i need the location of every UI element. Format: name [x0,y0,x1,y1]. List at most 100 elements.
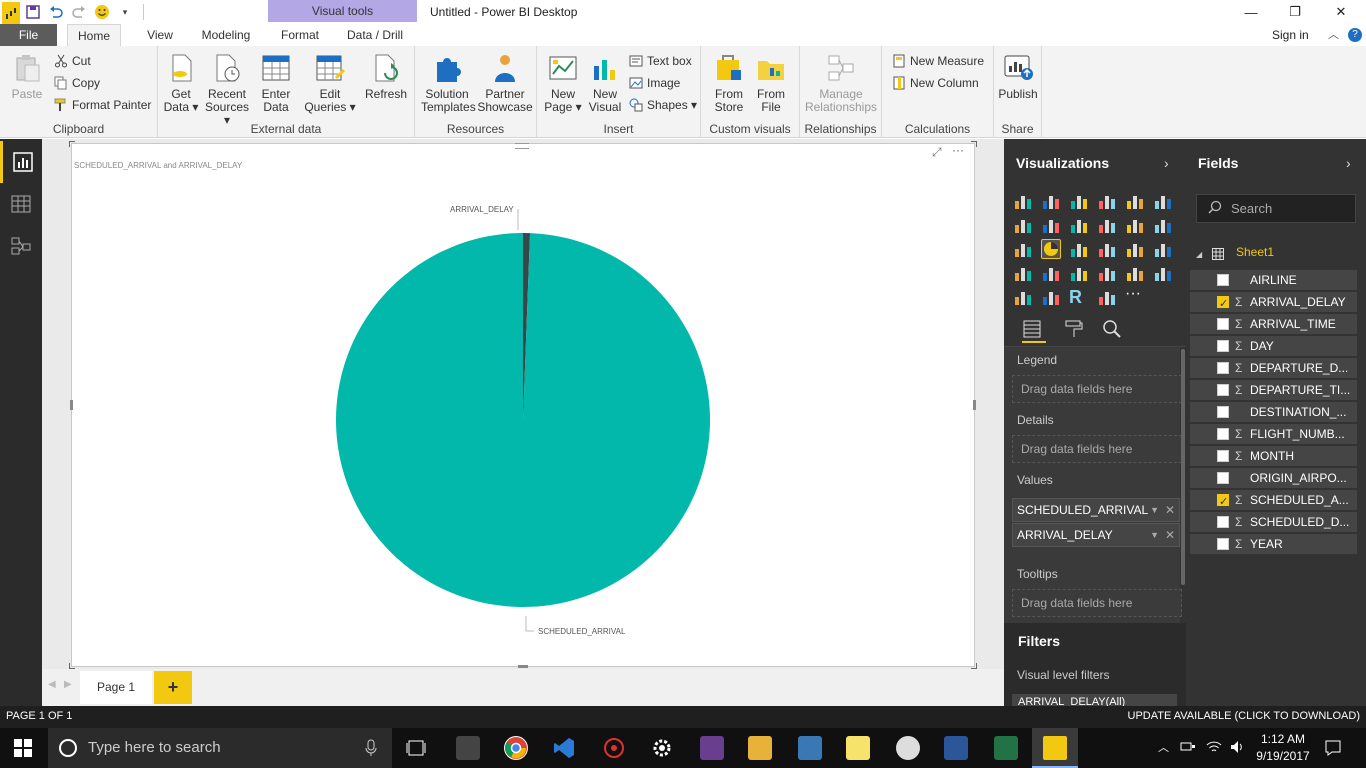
values-field-scheduled-arrival[interactable]: SCHEDULED_ARRIVAL ▼ ✕ [1012,498,1180,522]
page-tab-1[interactable]: Page 1 [80,671,152,704]
report-view-button[interactable] [0,141,42,183]
card-icon[interactable] [1069,263,1089,283]
resize-handle-right[interactable] [973,400,976,410]
clustered-column-icon[interactable] [1097,191,1117,211]
field-checkbox[interactable] [1217,450,1229,462]
resize-handle-tl[interactable] [69,141,75,147]
filter-card-arrival-delay[interactable]: ARRIVAL_DELAY(All) [1012,694,1177,706]
network-icon[interactable] [1180,740,1196,757]
next-page-icon[interactable]: ▶ [64,679,72,690]
field-row[interactable]: Σ FLIGHT_NUMB... [1190,424,1357,444]
power-bi-taskbar-button[interactable] [1032,728,1078,768]
new-column-button[interactable]: New Column [892,74,979,92]
update-available-link[interactable]: UPDATE AVAILABLE (CLICK TO DOWNLOAD) [1128,710,1360,722]
remove-field-icon[interactable]: ✕ [1165,524,1175,546]
kpi-icon[interactable] [1125,263,1145,283]
100-column-icon[interactable] [1153,191,1173,211]
shapes-button[interactable]: Shapes ▾ [629,96,697,114]
scatter-chart-icon[interactable] [1013,239,1033,259]
line-clustered-column-icon[interactable] [1125,215,1145,235]
field-row[interactable]: Σ DEPARTURE_D... [1190,358,1357,378]
collapse-fields-icon[interactable]: › [1346,155,1351,171]
table-visual-icon[interactable] [1013,287,1033,307]
relationships-view-button[interactable] [0,225,42,267]
data-view-button[interactable] [0,183,42,225]
r-visual-icon[interactable]: R [1069,287,1089,307]
image-button[interactable]: Image [629,74,680,92]
clock-date[interactable]: 9/19/2017 [1252,749,1314,763]
100-bar-icon[interactable] [1125,191,1145,211]
ribbon-chart-icon[interactable] [1153,215,1173,235]
field-row[interactable]: Σ SCHEDULED_A... [1190,490,1357,512]
recent-sources-button[interactable]: Recent Sources ▾ [202,52,252,127]
resize-handle-left[interactable] [70,400,73,410]
field-row[interactable]: DESTINATION_... [1190,402,1357,422]
add-page-button[interactable]: + [154,671,192,704]
field-checkbox[interactable] [1217,294,1229,314]
restore-button[interactable]: ❐ [1272,0,1318,24]
field-checkbox[interactable] [1217,362,1229,374]
task-view-icon[interactable] [406,739,426,760]
values-field-arrival-delay[interactable]: ARRIVAL_DELAY ▼ ✕ [1012,523,1180,547]
tab-modeling[interactable]: Modeling [194,24,258,46]
wifi-icon[interactable] [1206,740,1222,757]
windows-start-icon[interactable] [14,739,32,760]
partner-showcase-button[interactable]: Partner Showcase [477,52,533,114]
sticky-notes-icon[interactable] [846,736,870,760]
stacked-bar-icon[interactable] [1013,191,1033,211]
analytics-tab[interactable] [1102,319,1122,342]
stacked-area-icon[interactable] [1069,215,1089,235]
python-app-icon[interactable] [798,736,822,760]
line-column-icon[interactable] [1097,215,1117,235]
field-checkbox[interactable] [1217,340,1229,352]
tab-view[interactable]: View [138,24,182,46]
copy-button[interactable]: Copy [54,74,100,92]
map-icon[interactable] [1125,239,1145,259]
field-row[interactable]: Σ ARRIVAL_DELAY [1190,292,1357,314]
expand-table-icon[interactable]: ◢ [1196,250,1202,259]
matrix-icon[interactable] [1041,287,1061,307]
resize-handle-bottom[interactable] [518,665,528,668]
help-icon[interactable]: ? [1348,28,1362,42]
field-checkbox[interactable] [1217,384,1229,396]
resize-handle-tr[interactable] [971,141,977,147]
field-checkbox[interactable] [1217,428,1229,440]
sign-in-link[interactable]: Sign in [1272,24,1309,46]
solution-templates-button[interactable]: Solution Templates [421,52,476,114]
field-row[interactable]: Σ MONTH [1190,446,1357,466]
treemap-icon[interactable] [1097,239,1117,259]
gauge-icon[interactable] [1041,263,1061,283]
action-center-icon[interactable] [1324,739,1342,760]
paint-app-icon[interactable] [896,736,920,760]
filled-map-icon[interactable] [1153,239,1173,259]
multi-row-card-icon[interactable] [1097,263,1117,283]
remove-field-icon[interactable]: ✕ [1165,499,1175,521]
chrome-app-icon[interactable] [504,736,528,760]
new-visual-button[interactable]: New Visual [585,52,625,114]
refresh-button[interactable]: Refresh [364,52,408,101]
settings-gear-icon[interactable] [650,736,674,760]
new-page-button[interactable]: New Page ▾ [543,52,583,114]
globe-icon[interactable] [1097,287,1117,307]
microphone-icon[interactable] [364,739,378,760]
file-explorer-icon[interactable] [748,736,772,760]
edit-queries-button[interactable]: Edit Queries ▾ [302,52,358,114]
field-row[interactable]: Σ DEPARTURE_TI... [1190,380,1357,400]
field-checkbox[interactable] [1217,538,1229,550]
tray-expand-icon[interactable]: ︿ [1158,739,1169,755]
undo-icon[interactable] [46,2,66,22]
scrollbar[interactable] [1181,349,1185,585]
field-checkbox[interactable] [1217,492,1229,512]
field-dropdown-icon[interactable]: ▼ [1150,499,1159,521]
tooltips-drop-zone[interactable]: Drag data fields here [1012,589,1182,617]
minimize-button[interactable]: — [1228,0,1274,24]
field-checkbox[interactable] [1217,472,1229,484]
cut-button[interactable]: Cut [54,52,91,70]
from-file-button[interactable]: From File [753,52,789,114]
line-chart-icon[interactable] [1013,215,1033,235]
calculator-app-icon[interactable] [456,736,480,760]
manage-relationships-button[interactable]: Manage Relationships [802,52,880,114]
collapse-ribbon-icon[interactable]: ︿ [1328,24,1339,46]
winrar-app-icon[interactable] [700,736,724,760]
area-chart-icon[interactable] [1041,215,1061,235]
